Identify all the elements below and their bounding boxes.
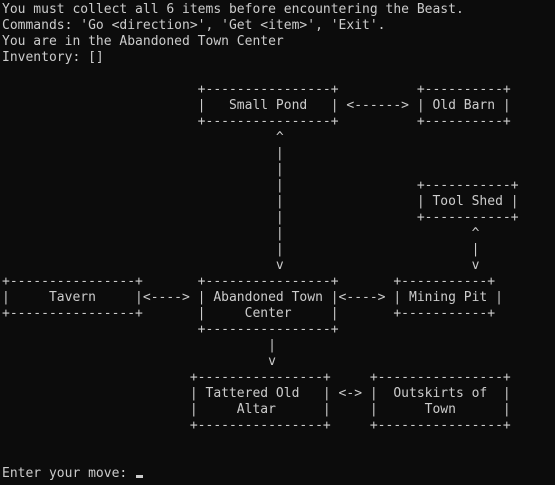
map-line: +----------------+ +----------+ — [2, 82, 511, 97]
map-line: ^ — [2, 130, 284, 145]
map-line: +----------------+ +----------+ — [2, 114, 511, 129]
text-cursor — [136, 475, 144, 478]
map-line: v — [2, 354, 276, 369]
map-line: | | — [2, 242, 480, 257]
map-line: | — [2, 162, 284, 177]
map-line: v v — [2, 258, 480, 273]
map-line: | +-----------+ — [2, 210, 519, 225]
map-line: | +-----------+ — [2, 178, 519, 193]
map-line: +----------------+ | Center | +---------… — [2, 306, 496, 321]
inventory-text: Inventory: [] — [2, 50, 104, 65]
map-line: | Tattered Old | <-> | Outskirts of | — [2, 386, 511, 401]
map-line: +----------------+ — [2, 322, 339, 337]
map-line: | Altar | | Town | — [2, 402, 511, 417]
map-line: | Tavern |<----> | Abandoned Town |<----… — [2, 290, 503, 305]
intro-text: You must collect all 6 items before enco… — [2, 2, 464, 17]
map-line: | Small Pond | <------> | Old Barn | — [2, 98, 511, 113]
command-prompt[interactable]: Enter your move: — [2, 466, 144, 482]
map-line: +----------------+ +----------------+ — [2, 370, 511, 385]
terminal-window[interactable]: You must collect all 6 items before enco… — [0, 0, 555, 485]
map-line: +----------------+ +----------------+ +-… — [2, 274, 496, 289]
map-line: | — [2, 146, 284, 161]
map-line: +----------------+ +----------------+ — [2, 418, 511, 433]
commands-text: Commands: 'Go <direction>', 'Get <item>'… — [2, 18, 386, 33]
map-line: | ^ — [2, 226, 480, 241]
map-line: | | Tool Shed | — [2, 194, 519, 209]
map-line: | — [2, 338, 276, 353]
location-text: You are in the Abandoned Town Center — [2, 34, 284, 49]
prompt-label: Enter your move: — [2, 466, 136, 481]
